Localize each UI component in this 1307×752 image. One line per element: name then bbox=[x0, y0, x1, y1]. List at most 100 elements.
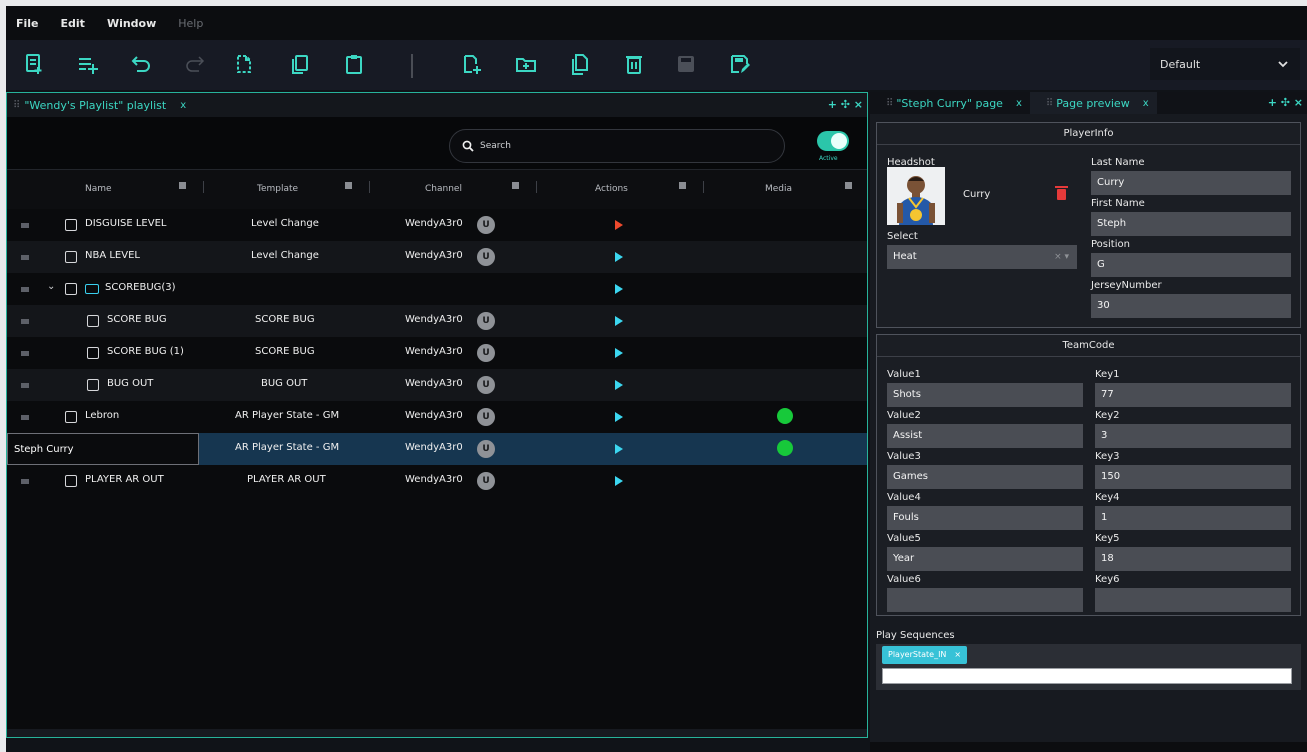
save-as-icon[interactable] bbox=[726, 50, 754, 78]
drag-handle-icon[interactable] bbox=[21, 479, 29, 484]
duplicate-icon[interactable] bbox=[566, 50, 594, 78]
close-icon[interactable]: × bbox=[954, 646, 961, 664]
redo-icon[interactable] bbox=[180, 50, 208, 78]
copy-icon[interactable] bbox=[286, 50, 314, 78]
column-actions[interactable]: Actions bbox=[595, 184, 628, 194]
table-row[interactable]: PLAYER AR OUT PLAYER AR OUT WendyA3r0 U bbox=[7, 465, 867, 497]
jersey-field[interactable]: 30 bbox=[1091, 294, 1291, 318]
key4-field[interactable]: 1 bbox=[1095, 506, 1291, 530]
close-icon[interactable]: x bbox=[180, 100, 186, 111]
column-divider[interactable] bbox=[703, 181, 704, 193]
delete-icon[interactable] bbox=[620, 50, 648, 78]
chevron-down-icon[interactable]: ⌄ bbox=[47, 281, 55, 292]
new-folder-icon[interactable] bbox=[512, 50, 540, 78]
row-name-edit-input[interactable]: Steph Curry bbox=[7, 433, 199, 465]
column-menu-icon[interactable] bbox=[679, 182, 686, 189]
close-icon[interactable]: x bbox=[1143, 98, 1149, 109]
value2-field[interactable]: Assist bbox=[887, 424, 1083, 448]
trash-icon[interactable] bbox=[1055, 186, 1068, 200]
value4-field[interactable]: Fouls bbox=[887, 506, 1083, 530]
drag-handle-icon[interactable] bbox=[21, 223, 29, 228]
sequence-chip[interactable]: PlayerState_IN × bbox=[882, 646, 968, 664]
play-icon[interactable] bbox=[615, 348, 623, 358]
horizontal-scrollbar[interactable] bbox=[7, 729, 867, 737]
table-row[interactable]: Lebron AR Player State - GM WendyA3r0 U bbox=[7, 401, 867, 433]
column-menu-icon[interactable] bbox=[512, 182, 519, 189]
column-template[interactable]: Template bbox=[257, 184, 298, 194]
table-row[interactable]: SCORE BUG SCORE BUG WendyA3r0 U bbox=[7, 305, 867, 337]
drag-handle-icon[interactable] bbox=[21, 415, 29, 420]
table-row[interactable]: BUG OUT BUG OUT WendyA3r0 U bbox=[7, 369, 867, 401]
table-row[interactable]: NBA LEVEL Level Change WendyA3r0 U bbox=[7, 241, 867, 273]
search-input[interactable]: Search bbox=[449, 129, 785, 163]
paste-icon[interactable] bbox=[340, 50, 368, 78]
drag-handle-icon[interactable] bbox=[21, 319, 29, 324]
column-divider[interactable] bbox=[369, 181, 370, 193]
column-divider[interactable] bbox=[203, 181, 204, 193]
row-checkbox[interactable] bbox=[65, 283, 77, 295]
play-icon[interactable] bbox=[615, 444, 623, 454]
row-checkbox[interactable] bbox=[65, 251, 77, 263]
drag-handle-icon[interactable] bbox=[21, 287, 29, 292]
tab-playlist[interactable]: ⠿ "Wendy's Playlist" playlist x bbox=[13, 99, 186, 112]
column-menu-icon[interactable] bbox=[179, 182, 186, 189]
add-list-icon[interactable] bbox=[74, 50, 102, 78]
table-row[interactable]: SCORE BUG (1) SCORE BUG WendyA3r0 U bbox=[7, 337, 867, 369]
position-field[interactable]: G bbox=[1091, 253, 1291, 277]
row-checkbox[interactable] bbox=[65, 219, 77, 231]
menu-edit[interactable]: Edit bbox=[61, 17, 85, 30]
column-menu-icon[interactable] bbox=[845, 182, 852, 189]
row-checkbox[interactable] bbox=[87, 379, 99, 391]
column-divider[interactable] bbox=[536, 181, 537, 193]
menu-help[interactable]: Help bbox=[178, 17, 203, 30]
drag-grip-icon[interactable]: ⠿ bbox=[886, 98, 893, 109]
last-name-field[interactable]: Curry bbox=[1091, 171, 1291, 195]
undo-icon[interactable] bbox=[128, 50, 156, 78]
key6-field[interactable] bbox=[1095, 588, 1291, 612]
close-icon[interactable]: x bbox=[1016, 98, 1022, 109]
table-row-folder[interactable]: ⌄ SCOREBUG(3) bbox=[7, 273, 867, 305]
column-channel[interactable]: Channel bbox=[425, 184, 462, 194]
play-icon[interactable] bbox=[615, 252, 623, 262]
table-row[interactable]: DISGUISE LEVEL Level Change WendyA3r0 U bbox=[7, 209, 867, 241]
drag-handle-icon[interactable] bbox=[21, 255, 29, 260]
play-icon[interactable] bbox=[615, 412, 623, 422]
row-checkbox[interactable] bbox=[87, 315, 99, 327]
value6-field[interactable] bbox=[887, 588, 1083, 612]
play-icon[interactable] bbox=[615, 380, 623, 390]
active-toggle[interactable] bbox=[817, 131, 849, 151]
key1-field[interactable]: 77 bbox=[1095, 383, 1291, 407]
new-item-icon[interactable] bbox=[20, 50, 48, 78]
tab-page[interactable]: ⠿ "Steph Curry" page x bbox=[870, 92, 1030, 114]
value3-field[interactable]: Games bbox=[887, 465, 1083, 489]
row-checkbox[interactable] bbox=[65, 475, 77, 487]
clear-select-icon[interactable]: × ▾ bbox=[1054, 245, 1069, 269]
menu-file[interactable]: File bbox=[16, 17, 39, 30]
value1-field[interactable]: Shots bbox=[887, 383, 1083, 407]
menu-window[interactable]: Window bbox=[107, 17, 156, 30]
save-icon[interactable] bbox=[672, 50, 700, 78]
row-checkbox[interactable] bbox=[65, 411, 77, 423]
drag-handle-icon[interactable] bbox=[21, 351, 29, 356]
column-name[interactable]: Name bbox=[85, 184, 112, 194]
column-media[interactable]: Media bbox=[765, 184, 792, 194]
panel-controls[interactable]: + ✣ × bbox=[1268, 96, 1303, 109]
sequence-input[interactable] bbox=[882, 668, 1292, 684]
table-row-selected[interactable]: Steph Curry AR Player State - GM WendyA3… bbox=[7, 433, 867, 465]
row-checkbox[interactable] bbox=[87, 347, 99, 359]
headshot-image[interactable] bbox=[887, 167, 945, 225]
workspace-select[interactable]: Default bbox=[1150, 48, 1300, 80]
key2-field[interactable]: 3 bbox=[1095, 424, 1291, 448]
play-icon[interactable] bbox=[615, 284, 623, 294]
tab-page-preview[interactable]: ⠿ Page preview x bbox=[1029, 92, 1157, 114]
new-template-icon[interactable] bbox=[458, 50, 486, 78]
drag-handle-icon[interactable] bbox=[21, 383, 29, 388]
drag-grip-icon[interactable]: ⠿ bbox=[1046, 98, 1053, 109]
column-menu-icon[interactable] bbox=[345, 182, 352, 189]
key5-field[interactable]: 18 bbox=[1095, 547, 1291, 571]
drag-grip-icon[interactable]: ⠿ bbox=[13, 100, 20, 111]
panel-controls[interactable]: + ✣ × bbox=[828, 98, 863, 111]
play-icon[interactable] bbox=[615, 476, 623, 486]
team-select[interactable]: Heat × ▾ bbox=[887, 245, 1077, 269]
new-page-icon[interactable] bbox=[230, 50, 258, 78]
